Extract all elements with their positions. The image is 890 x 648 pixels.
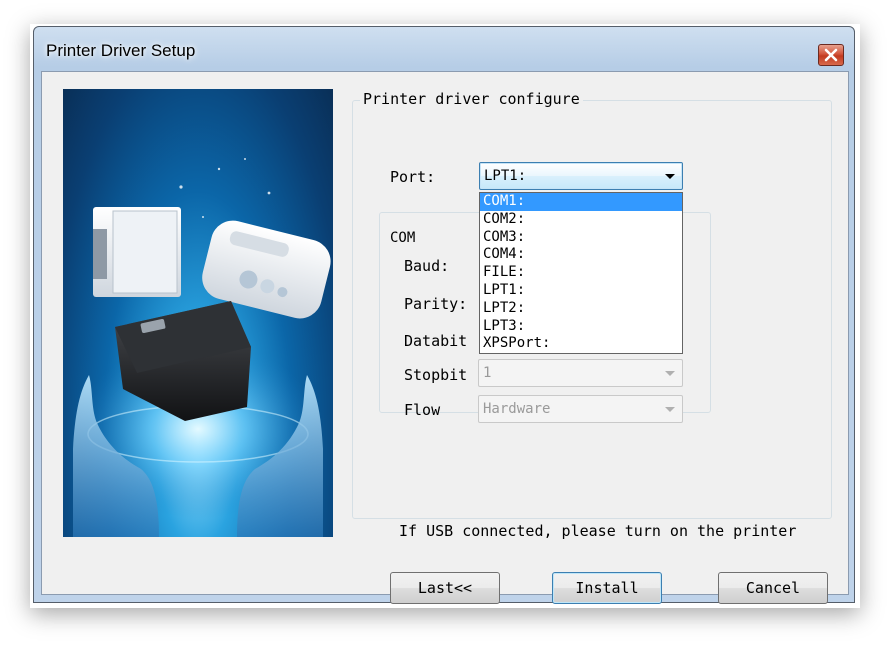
- flow-select[interactable]: Hardware: [478, 395, 683, 423]
- port-option-file[interactable]: FILE:: [480, 264, 682, 282]
- parity-label: Parity:: [404, 295, 468, 313]
- printers-hero-image: [63, 89, 333, 537]
- port-select[interactable]: LPT1:: [479, 162, 683, 190]
- cancel-button[interactable]: Cancel: [718, 572, 828, 604]
- stopbit-label: Stopbit: [404, 366, 468, 384]
- chevron-down-icon: [665, 407, 675, 412]
- stopbit-value: 1: [483, 365, 492, 381]
- port-option-xpsport[interactable]: XPSPort:: [480, 335, 682, 353]
- last-button[interactable]: Last<<: [390, 572, 500, 604]
- close-x-icon: [824, 48, 838, 62]
- title-bar[interactable]: Printer Driver Setup: [34, 27, 854, 71]
- port-option-com1[interactable]: COM1:: [480, 193, 682, 211]
- port-selected-value: LPT1:: [484, 168, 527, 184]
- window-title: Printer Driver Setup: [46, 41, 196, 60]
- port-option-lpt3[interactable]: LPT3:: [480, 318, 682, 336]
- dialog-client-area: Printer driver configure Port: LPT1: COM…: [41, 71, 849, 604]
- chevron-down-icon: [665, 371, 675, 376]
- stopbit-select[interactable]: 1: [478, 359, 683, 387]
- port-option-lpt1[interactable]: LPT1:: [480, 282, 682, 300]
- port-option-com3[interactable]: COM3:: [480, 229, 682, 247]
- flow-label: Flow: [404, 401, 441, 419]
- baud-label: Baud:: [404, 257, 450, 275]
- port-dropdown-list[interactable]: COM1: COM2: COM3: COM4: FILE: LPT1: LPT2…: [479, 192, 683, 354]
- port-option-lpt2[interactable]: LPT2:: [480, 300, 682, 318]
- printer-driver-configure-title: Printer driver configure: [360, 91, 583, 107]
- flow-value: Hardware: [483, 401, 551, 417]
- port-option-com4[interactable]: COM4:: [480, 246, 682, 264]
- usb-connection-message: If USB connected, please turn on the pri…: [399, 522, 797, 540]
- close-button[interactable]: [818, 44, 844, 66]
- setup-dialog: Printer Driver Setup Printer driver conf…: [33, 26, 855, 604]
- chevron-down-icon: [665, 174, 675, 179]
- port-option-com2[interactable]: COM2:: [480, 211, 682, 229]
- databit-label: Databit: [404, 332, 468, 350]
- port-label: Port:: [390, 168, 436, 186]
- install-button[interactable]: Install: [552, 572, 662, 604]
- com-group-title: COM: [387, 230, 419, 246]
